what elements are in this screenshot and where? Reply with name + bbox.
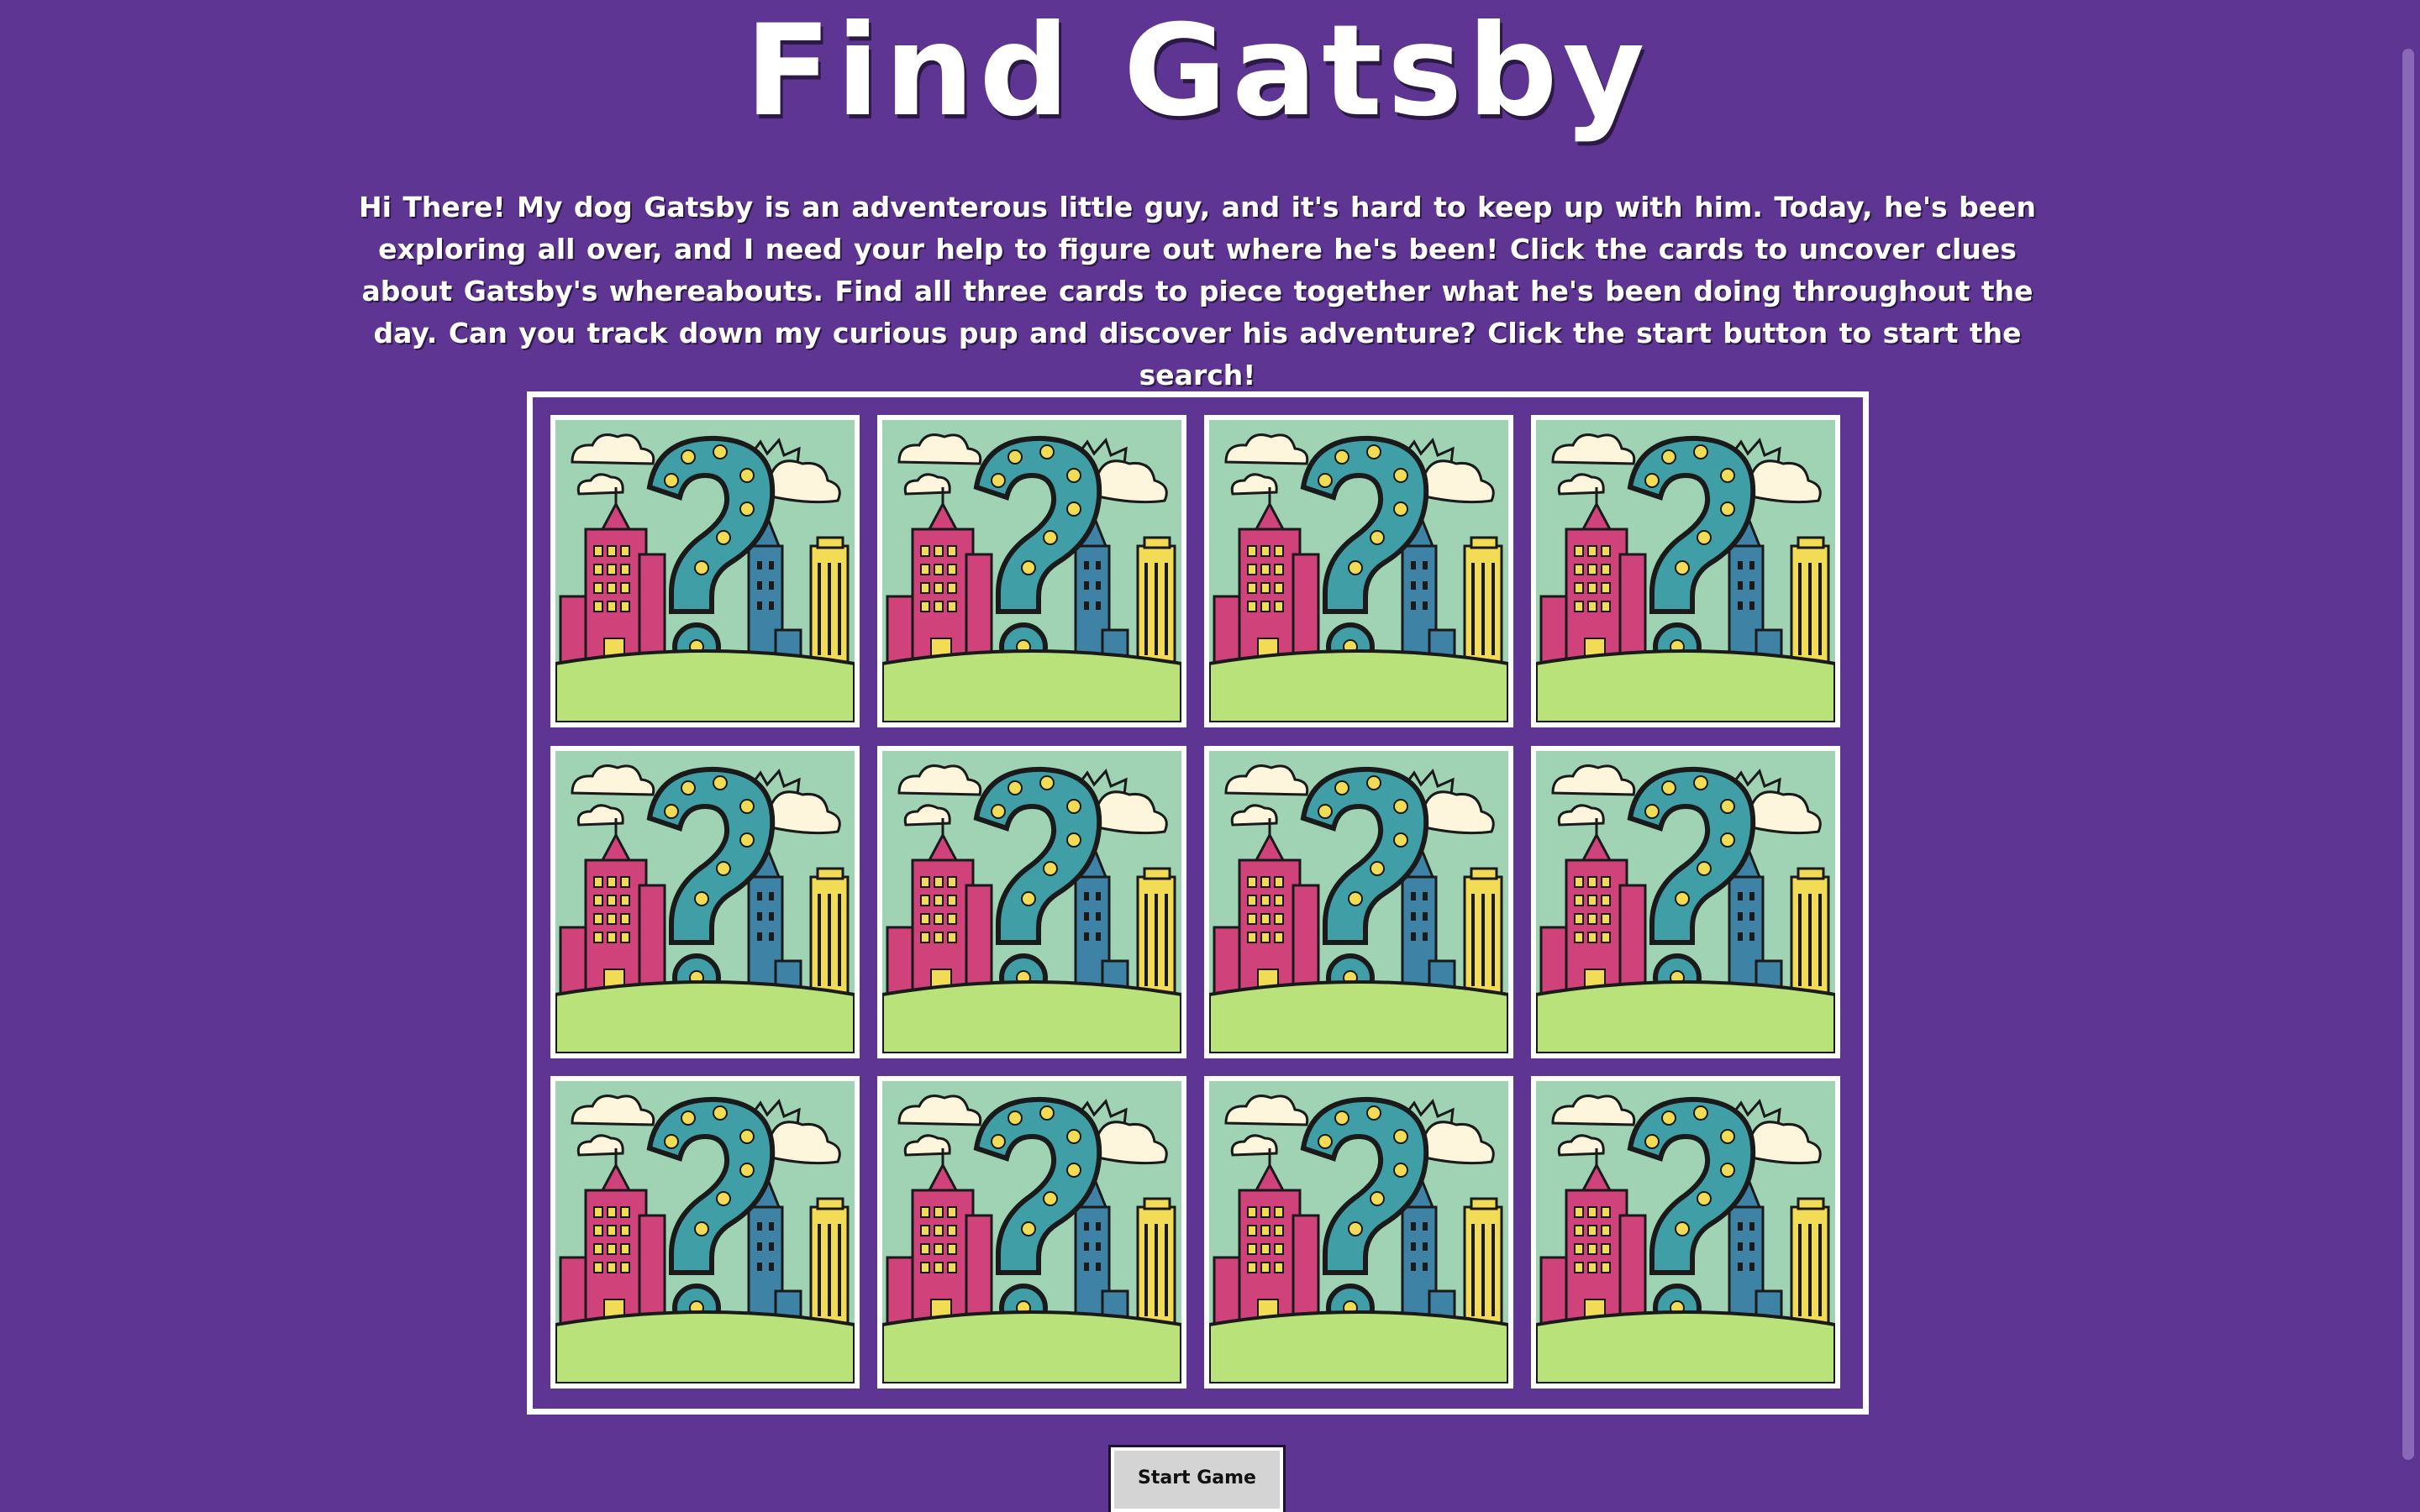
card-back-illustration [1209,751,1508,1053]
page-title: Find Gatsby [744,0,1650,144]
game-card[interactable] [877,415,1186,727]
card-back-illustration [882,420,1181,722]
game-card[interactable] [1531,415,1840,727]
card-back-illustration [555,420,855,722]
card-back-illustration [1536,751,1835,1053]
card-board [527,391,1869,1415]
scrollbar-thumb[interactable] [2402,49,2414,1460]
card-back-illustration [1536,420,1835,722]
game-card[interactable] [1531,746,1840,1058]
card-back-illustration [882,751,1181,1053]
game-card[interactable] [877,1076,1186,1389]
game-card[interactable] [1531,1076,1840,1389]
card-back-illustration [1209,420,1508,722]
card-back-illustration [882,1081,1181,1383]
intro-text: Hi There! My dog Gatsby is an adventerou… [359,191,2036,391]
card-back-illustration [1536,1081,1835,1383]
game-card[interactable] [1204,1076,1513,1389]
start-game-button[interactable]: Start Game [1108,1445,1286,1512]
card-back-illustration [1209,1081,1508,1383]
card-back-illustration [555,751,855,1053]
card-back-illustration [555,1081,855,1383]
vertical-scrollbar[interactable] [2395,0,2420,1512]
game-card[interactable] [1204,415,1513,727]
game-card[interactable] [550,1076,860,1389]
game-card[interactable] [1204,746,1513,1058]
game-card[interactable] [550,415,860,727]
game-card[interactable] [877,746,1186,1058]
game-card[interactable] [550,746,860,1058]
